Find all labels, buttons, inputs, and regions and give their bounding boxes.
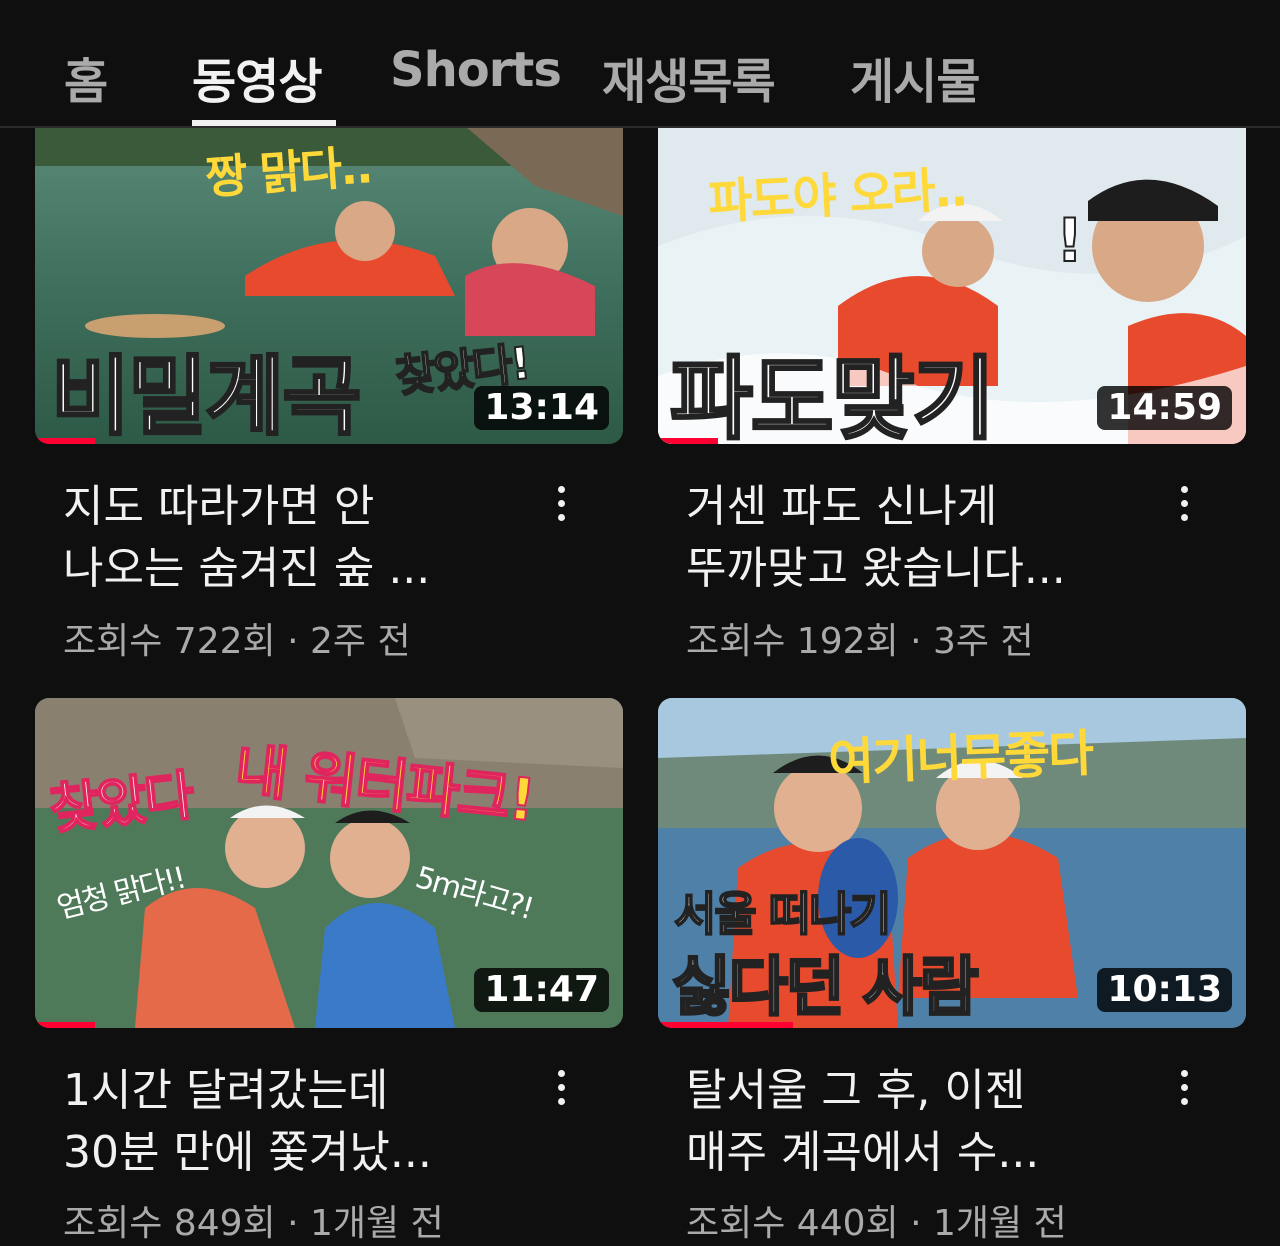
video-duration: 13:14	[474, 386, 609, 430]
watch-progress-bar	[658, 438, 718, 444]
watch-progress-bar	[35, 438, 95, 444]
video-thumbnail[interactable]: 여기너무좋다 서울 떠나기 싫다던 사람 10:13	[658, 698, 1246, 1028]
more-vert-icon[interactable]	[1165, 1062, 1205, 1132]
upload-age: 2주 전	[310, 621, 411, 662]
channel-tabs: 홈 동영상 Shorts 재생목록 게시물	[0, 0, 1280, 128]
video-title[interactable]: 거센 파도 신나게 뚜까맞고 왔습니다...	[686, 476, 1166, 600]
video-thumbnail[interactable]: 파도야 오라.. ! 파도맞기 14:59	[658, 126, 1246, 444]
tab-home[interactable]: 홈	[64, 42, 108, 126]
video-card[interactable]: 찾았다 내 워터파크! 엄청 맑다!! 5m라고?! 11:47 1시간 달려갔…	[35, 698, 623, 1246]
video-title[interactable]: 지도 따라가면 안 나오는 숨겨진 숲 ...	[63, 476, 543, 600]
tab-shorts[interactable]: Shorts	[390, 42, 562, 126]
view-count: 조회수 849회	[63, 1203, 276, 1244]
tab-posts[interactable]: 게시물	[850, 42, 980, 126]
meta-separator: ·	[910, 1203, 922, 1244]
thumbnail-caption: !	[1055, 205, 1084, 277]
thumbnail-caption: 서울 떠나기	[673, 886, 893, 942]
thumbnail-caption: 여기너무좋다	[827, 724, 1094, 792]
video-card[interactable]: 파도야 오라.. ! 파도맞기 14:59 거센 파도 신나게 뚜까맞고 왔습니…	[658, 126, 1246, 666]
upload-age: 1개월 전	[933, 1203, 1067, 1244]
video-card[interactable]: 짱 맑다.. 비밀계곡 찾았다! 13:14 지도 따라가면 안 나오는 숨겨진…	[35, 126, 623, 666]
more-vert-icon[interactable]	[542, 478, 582, 548]
video-meta: 조회수 849회 · 1개월 전	[63, 1194, 444, 1246]
more-vert-icon[interactable]	[542, 1062, 582, 1132]
video-card[interactable]: 여기너무좋다 서울 떠나기 싫다던 사람 10:13 탈서울 그 후, 이젠 매…	[658, 698, 1246, 1246]
more-vert-icon[interactable]	[1165, 478, 1205, 548]
thumbnail-caption: 파도야 오라..	[706, 161, 968, 231]
view-count: 조회수 440회	[686, 1203, 899, 1244]
meta-separator: ·	[287, 1203, 299, 1244]
video-meta: 조회수 440회 · 1개월 전	[686, 1194, 1067, 1246]
video-title[interactable]: 1시간 달려갔는데 30분 만에 쫓겨났...	[63, 1060, 543, 1184]
meta-separator: ·	[287, 621, 299, 662]
watch-progress-bar	[658, 1022, 793, 1028]
tab-playlists[interactable]: 재생목록	[602, 42, 776, 126]
video-duration: 11:47	[474, 968, 609, 1012]
upload-age: 3주 전	[933, 621, 1034, 662]
thumbnail-caption: 싫다던 사람	[671, 950, 981, 1027]
view-count: 조회수 192회	[686, 621, 899, 662]
meta-separator: ·	[910, 621, 922, 662]
view-count: 조회수 722회	[63, 621, 276, 662]
thumbnail-caption: 짱 맑다..	[203, 139, 373, 205]
thumbnail-caption: 파도맞기	[668, 346, 996, 445]
tab-videos[interactable]: 동영상	[192, 42, 322, 126]
active-tab-indicator	[192, 120, 336, 126]
video-thumbnail[interactable]: 짱 맑다.. 비밀계곡 찾았다! 13:14	[35, 126, 623, 444]
video-title[interactable]: 탈서울 그 후, 이젠 매주 계곡에서 수...	[686, 1060, 1166, 1184]
video-duration: 14:59	[1097, 386, 1232, 430]
thumbnail-caption: 비밀계곡	[49, 346, 362, 445]
video-thumbnail[interactable]: 찾았다 내 워터파크! 엄청 맑다!! 5m라고?! 11:47	[35, 698, 623, 1028]
thumbnail-caption: 찾았다	[46, 763, 197, 843]
video-duration: 10:13	[1097, 968, 1232, 1012]
video-meta: 조회수 722회 · 2주 전	[63, 612, 411, 664]
video-meta: 조회수 192회 · 3주 전	[686, 612, 1034, 664]
watch-progress-bar	[35, 1022, 95, 1028]
upload-age: 1개월 전	[310, 1203, 444, 1244]
